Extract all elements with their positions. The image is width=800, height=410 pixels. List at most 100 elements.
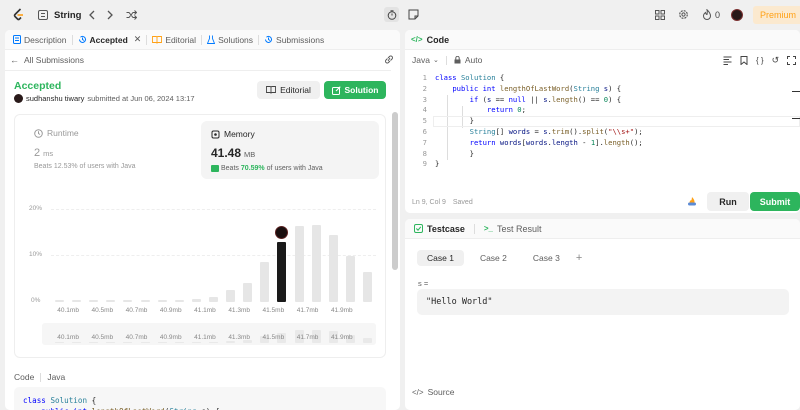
close-tab-icon[interactable]: ✕ bbox=[134, 34, 142, 45]
add-case-button[interactable]: + bbox=[576, 252, 582, 264]
premium-label: Premium bbox=[760, 10, 797, 20]
distribution-bar[interactable] bbox=[362, 272, 372, 302]
distribution-bar[interactable] bbox=[191, 299, 201, 302]
runtime-card[interactable]: Runtime 2 ms Beats 12.53% of users with … bbox=[28, 121, 192, 173]
runtime-beats: Beats 12.53% of users with Java bbox=[34, 163, 136, 170]
distribution-bar[interactable] bbox=[311, 225, 321, 302]
current-memory-bar[interactable] bbox=[277, 241, 287, 302]
divider bbox=[473, 223, 475, 234]
memory-value: 41.48 bbox=[211, 146, 242, 160]
tab-accepted[interactable]: Accepted ✕ bbox=[78, 34, 142, 45]
tab-description[interactable]: Description bbox=[13, 35, 67, 45]
code-line: String[] words = s.trim().split("\\s+"); bbox=[469, 126, 643, 136]
next-problem-icon[interactable] bbox=[106, 10, 114, 20]
tab-solutions[interactable]: Solutions bbox=[207, 35, 253, 45]
tab-divider bbox=[146, 34, 148, 45]
range-scrubber[interactable]: 40.1mb 40.5mb 40.7mb 40.9mb 41.1mb 41.3mb 41.5… bbox=[42, 323, 376, 345]
code-section-lang: Java bbox=[47, 372, 66, 382]
submitter-name[interactable]: sudhanshu tiwary bbox=[26, 94, 84, 103]
problem-list-icon[interactable] bbox=[38, 10, 48, 20]
distribution-bar[interactable] bbox=[260, 262, 270, 302]
submitted-time: submitted at Jun 06, 2024 13:17 bbox=[87, 94, 195, 103]
timer-icon[interactable] bbox=[384, 7, 399, 22]
distribution-bar[interactable] bbox=[157, 300, 167, 302]
streak-fire-icon[interactable] bbox=[702, 9, 712, 20]
fullscreen-icon[interactable] bbox=[787, 56, 797, 65]
share-link-icon[interactable] bbox=[384, 55, 394, 64]
chevron-down-icon[interactable]: ⌄ bbox=[433, 56, 439, 64]
trophy-icon bbox=[211, 165, 219, 172]
distribution-bar[interactable] bbox=[209, 297, 218, 302]
distribution-bar[interactable] bbox=[106, 300, 116, 302]
code-editor[interactable]: 123456789 class Solution { public int le… bbox=[405, 73, 800, 185]
tab-editorial[interactable]: Editorial bbox=[152, 35, 196, 45]
auto-label[interactable]: Auto bbox=[465, 55, 483, 65]
distribution-bar[interactable] bbox=[140, 300, 150, 302]
memory-beats-prefix: Beats bbox=[221, 165, 239, 172]
curly-braces-icon[interactable]: { } bbox=[756, 56, 764, 65]
flask-icon bbox=[207, 35, 216, 44]
leetcode-logo-icon[interactable] bbox=[12, 8, 26, 22]
case-tab-2[interactable]: Case 2 bbox=[470, 250, 517, 266]
arrow-left-icon: ← bbox=[10, 55, 19, 65]
settings-gear-icon[interactable] bbox=[678, 9, 689, 20]
reset-icon[interactable]: ↺ bbox=[772, 55, 780, 66]
user-avatar[interactable] bbox=[14, 94, 23, 103]
premium-button[interactable]: Premium bbox=[753, 6, 800, 24]
avatar[interactable] bbox=[731, 9, 743, 21]
minimap-marker bbox=[792, 91, 800, 92]
scrollbar[interactable] bbox=[392, 112, 398, 270]
case-tab-3[interactable]: Case 3 bbox=[523, 250, 570, 266]
shuffle-icon[interactable] bbox=[126, 10, 137, 20]
line-number: 6 bbox=[422, 126, 427, 136]
submission-detail: ← All Submissions Accepted sudhanshu tiw… bbox=[5, 50, 400, 410]
line-number: 9 bbox=[422, 159, 427, 169]
tab-test-result[interactable]: Test Result bbox=[497, 224, 542, 234]
distribution-bar[interactable] bbox=[345, 255, 355, 302]
back-to-submissions[interactable]: ← All Submissions bbox=[10, 55, 84, 65]
distribution-bar[interactable] bbox=[328, 234, 338, 302]
distribution-bar[interactable] bbox=[294, 226, 304, 302]
problem-list-label[interactable]: String bbox=[54, 10, 81, 21]
line-number: 2 bbox=[422, 83, 427, 93]
layout-grid-icon[interactable] bbox=[655, 10, 665, 20]
x-tick-label: 41.9mb bbox=[330, 307, 353, 314]
memory-card[interactable]: Memory 41.48 MB Beats 70.59% of users wi… bbox=[201, 121, 379, 179]
source-link[interactable]: </> Source bbox=[412, 387, 455, 397]
case-tab-label: Case 1 bbox=[427, 253, 454, 263]
tab-testcase[interactable]: Testcase bbox=[427, 224, 465, 234]
format-code-icon[interactable] bbox=[723, 56, 732, 65]
distribution-bar[interactable] bbox=[123, 300, 133, 302]
submit-button[interactable]: Submit bbox=[750, 192, 800, 211]
tab-accepted-label: Accepted bbox=[89, 34, 128, 45]
fire-cloud-icon[interactable] bbox=[687, 196, 697, 206]
testcase-input[interactable]: "Hello World" bbox=[417, 289, 789, 315]
editorial-button-label: Editorial bbox=[280, 85, 311, 95]
submission-status: Accepted bbox=[14, 80, 62, 92]
user-avatar-marker bbox=[275, 225, 289, 239]
line-number: 4 bbox=[422, 105, 427, 115]
tab-submissions[interactable]: Submissions bbox=[264, 35, 324, 45]
notes-icon[interactable] bbox=[408, 9, 419, 20]
case-tab-1[interactable]: Case 1 bbox=[417, 250, 464, 266]
bookmark-icon[interactable] bbox=[740, 56, 748, 65]
editorial-button[interactable]: Editorial bbox=[257, 81, 320, 99]
distribution-bar[interactable] bbox=[55, 300, 65, 302]
description-icon bbox=[13, 35, 21, 44]
back-label: All Submissions bbox=[24, 55, 84, 65]
solution-button[interactable]: Solution bbox=[324, 81, 386, 99]
distribution-bar[interactable] bbox=[243, 283, 253, 302]
submissions-history-icon bbox=[265, 35, 273, 43]
code-line: public int lengthOfLastWord(String s) { bbox=[452, 83, 622, 93]
prev-problem-icon[interactable] bbox=[88, 10, 96, 20]
distribution-bar[interactable] bbox=[174, 299, 184, 302]
language-select[interactable]: Java bbox=[412, 55, 430, 65]
distribution-bar[interactable] bbox=[226, 290, 236, 302]
code-line: return words[words.length - 1].length(); bbox=[469, 137, 643, 147]
distribution-bar[interactable] bbox=[89, 300, 99, 302]
run-button[interactable]: Run bbox=[707, 192, 749, 211]
stats-card: Runtime 2 ms Beats 12.53% of users with … bbox=[14, 114, 386, 358]
divider bbox=[5, 70, 391, 71]
distribution-bar[interactable] bbox=[72, 300, 82, 302]
line-number: 8 bbox=[422, 148, 427, 158]
